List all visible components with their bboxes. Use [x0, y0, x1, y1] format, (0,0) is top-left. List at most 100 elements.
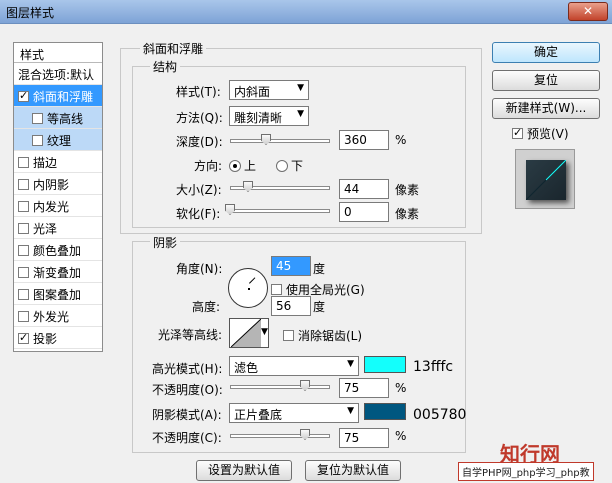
depth-input[interactable]: 360: [339, 130, 389, 150]
style-list-item[interactable]: 投影: [14, 327, 102, 349]
style-checkbox[interactable]: [18, 289, 29, 300]
style-list-label: 纹理: [47, 134, 72, 148]
highlight-opacity-label: 不透明度(O):: [152, 383, 223, 397]
make-default-button[interactable]: 设置为默认值: [196, 460, 292, 481]
shadow-color-swatch[interactable]: [364, 403, 406, 420]
antialias-checkbox[interactable]: [283, 330, 294, 341]
structure-title: 结构: [150, 58, 181, 75]
style-list-label: 颜色叠加: [33, 244, 82, 258]
style-list-item[interactable]: 等高线: [14, 107, 102, 129]
style-label: 样式(T):: [176, 85, 221, 99]
chevron-down-icon: ▼: [261, 327, 268, 337]
bevel-style-select[interactable]: 内斜面 ▼: [229, 80, 309, 100]
style-checkbox[interactable]: [18, 223, 29, 234]
styles-header: 样式: [14, 43, 102, 63]
shadow-opacity-input[interactable]: 75: [339, 428, 389, 448]
direction-down-option[interactable]: 下: [276, 157, 303, 174]
ok-button[interactable]: 确定: [492, 42, 600, 63]
shadow-opacity-unit: %: [395, 429, 407, 443]
highlight-mode-label: 高光模式(H):: [152, 362, 223, 376]
style-list-item[interactable]: 描边: [14, 151, 102, 173]
style-list-item[interactable]: 斜面和浮雕: [14, 85, 102, 107]
style-list-item[interactable]: 渐变叠加: [14, 261, 102, 283]
style-checkbox[interactable]: [32, 135, 43, 146]
angle-dial-center: [248, 288, 250, 290]
global-light-label: 使用全局光(G): [286, 283, 365, 297]
chevron-down-icon: ▼: [347, 359, 354, 369]
style-list-label: 图案叠加: [33, 288, 82, 302]
bevel-section-title: 斜面和浮雕: [140, 40, 207, 57]
global-light-checkbox[interactable]: [271, 284, 282, 295]
highlight-opacity-slider[interactable]: [230, 385, 330, 389]
style-checkbox[interactable]: [18, 179, 29, 190]
shadow-mode-select[interactable]: 正片叠底 ▼: [229, 403, 359, 423]
soften-input[interactable]: 0: [339, 202, 389, 222]
style-checkbox[interactable]: [18, 201, 29, 212]
style-checkbox[interactable]: [18, 89, 29, 102]
style-list-item[interactable]: 内阴影: [14, 173, 102, 195]
style-checkbox[interactable]: [18, 245, 29, 256]
angle-label: 角度(N):: [176, 262, 223, 276]
angle-input[interactable]: 45: [271, 256, 311, 276]
highlight-mode-select[interactable]: 滤色 ▼: [229, 356, 359, 376]
altitude-input[interactable]: 56: [271, 296, 311, 316]
preview-label: 预览(V): [527, 127, 569, 141]
preview-bevel-shape: [526, 160, 566, 200]
style-list-label: 投影: [33, 332, 58, 346]
soften-label: 软化(F):: [176, 207, 221, 221]
size-input[interactable]: 44: [339, 179, 389, 199]
gloss-contour-picker[interactable]: ▼: [229, 318, 269, 348]
technique-select[interactable]: 雕刻清晰 ▼: [229, 106, 309, 126]
style-list-item[interactable]: 外发光: [14, 305, 102, 327]
title-bar: 图层样式 ✕: [0, 0, 612, 24]
reset-default-button[interactable]: 复位为默认值: [305, 460, 401, 481]
style-list-item[interactable]: 混合选项:默认: [14, 63, 102, 85]
depth-label: 深度(D):: [176, 135, 223, 149]
style-list-label: 等高线: [47, 112, 84, 126]
style-list-label: 渐变叠加: [33, 266, 82, 280]
style-list-item[interactable]: 光泽: [14, 217, 102, 239]
reset-button[interactable]: 复位: [492, 70, 600, 91]
direction-down-label: 下: [291, 159, 304, 173]
highlight-color-swatch[interactable]: [364, 356, 406, 373]
soften-unit: 像素: [395, 207, 420, 221]
style-list-label: 内阴影: [33, 178, 70, 192]
shadow-opacity-slider[interactable]: [230, 434, 330, 438]
preview-option[interactable]: 预览(V): [512, 125, 569, 142]
direction-up-label: 上: [244, 159, 257, 173]
technique-value: 雕刻清晰: [234, 111, 283, 125]
angle-dial[interactable]: [228, 268, 268, 308]
styles-list: 样式 混合选项:默认斜面和浮雕等高线纹理描边内阴影内发光光泽颜色叠加渐变叠加图案…: [13, 42, 103, 352]
gloss-contour-label: 光泽等高线:: [158, 328, 223, 342]
style-checkbox[interactable]: [18, 311, 29, 322]
highlight-opacity-input[interactable]: 75: [339, 378, 389, 398]
radio-up[interactable]: [229, 160, 241, 172]
highlight-opacity-unit: %: [395, 381, 407, 395]
preview-checkbox[interactable]: [512, 126, 523, 139]
antialias-option[interactable]: 消除锯齿(L): [283, 327, 362, 344]
style-checkbox[interactable]: [18, 157, 29, 168]
soften-slider[interactable]: [230, 209, 330, 213]
style-checkbox[interactable]: [18, 267, 29, 278]
depth-unit: %: [395, 133, 407, 147]
watermark-site: 自学PHP网_php学习_php教: [458, 462, 594, 481]
chevron-down-icon: ▼: [297, 109, 304, 119]
depth-slider[interactable]: [230, 139, 330, 143]
style-list-label: 混合选项:默认: [18, 68, 95, 82]
style-list-item[interactable]: 纹理: [14, 129, 102, 151]
style-checkbox[interactable]: [18, 331, 29, 344]
shadow-opacity-label: 不透明度(C):: [152, 431, 222, 445]
direction-up-option[interactable]: 上: [229, 157, 256, 174]
style-list-label: 描边: [33, 156, 58, 170]
shadow-mode-label: 阴影模式(A):: [152, 408, 222, 422]
style-checkbox[interactable]: [32, 113, 43, 124]
close-button[interactable]: ✕: [568, 2, 608, 21]
new-style-button[interactable]: 新建样式(W)...: [492, 98, 600, 119]
style-list-item[interactable]: 图案叠加: [14, 283, 102, 305]
radio-down[interactable]: [276, 160, 288, 172]
style-list-item[interactable]: 内发光: [14, 195, 102, 217]
shadow-color-code: 005780: [413, 407, 467, 423]
size-unit: 像素: [395, 183, 420, 197]
style-list-item[interactable]: 颜色叠加: [14, 239, 102, 261]
highlight-mode-value: 滤色: [234, 361, 259, 375]
